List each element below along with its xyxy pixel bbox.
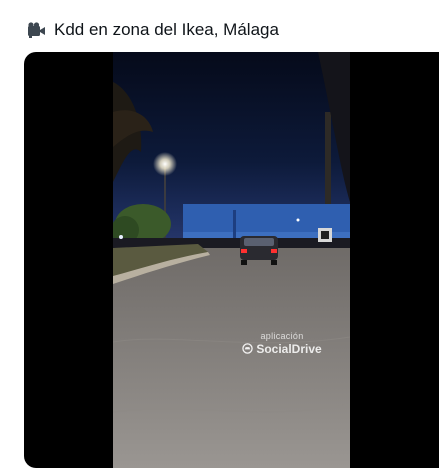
post-title-text: Kdd en zona del Ikea, Málaga <box>54 20 279 39</box>
video-camera-icon <box>26 21 46 39</box>
video-player[interactable]: aplicación SocialDrive <box>24 52 439 468</box>
post-title: Kdd en zona del Ikea, Málaga <box>26 20 279 40</box>
video-frame <box>113 52 350 468</box>
